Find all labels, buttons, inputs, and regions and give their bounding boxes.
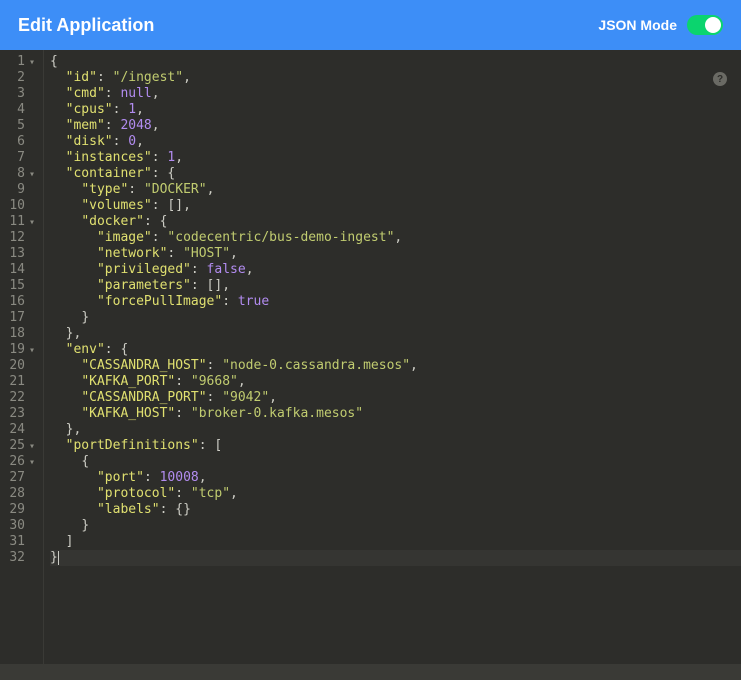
gutter-line: 24 (0, 422, 35, 438)
code-line[interactable]: "KAFKA_PORT": "9668", (50, 374, 741, 390)
code-line[interactable]: }, (50, 422, 741, 438)
gutter-line: 22 (0, 390, 35, 406)
gutter-line: 15 (0, 278, 35, 294)
gutter-line: 26▾ (0, 454, 35, 470)
gutter-line: 27 (0, 470, 35, 486)
gutter-line: 8▾ (0, 166, 35, 182)
gutter-line: 32 (0, 550, 35, 566)
gutter-line: 31 (0, 534, 35, 550)
gutter-line: 18 (0, 326, 35, 342)
code-line[interactable]: "cmd": null, (50, 86, 741, 102)
code-line[interactable]: } (50, 550, 741, 566)
gutter-line: 21 (0, 374, 35, 390)
gutter-line: 5 (0, 118, 35, 134)
code-line[interactable]: "privileged": false, (50, 262, 741, 278)
gutter-line: 30 (0, 518, 35, 534)
code-line[interactable]: "env": { (50, 342, 741, 358)
gutter-line: 14 (0, 262, 35, 278)
gutter-line: 20 (0, 358, 35, 374)
gutter-line: 6 (0, 134, 35, 150)
code-line[interactable]: "KAFKA_HOST": "broker-0.kafka.mesos" (50, 406, 741, 422)
code-line[interactable]: "instances": 1, (50, 150, 741, 166)
code-line[interactable]: "protocol": "tcp", (50, 486, 741, 502)
code-line[interactable]: "image": "codecentric/bus-demo-ingest", (50, 230, 741, 246)
code-line[interactable]: } (50, 518, 741, 534)
gutter-line: 7 (0, 150, 35, 166)
gutter-line: 13 (0, 246, 35, 262)
fold-marker-icon[interactable]: ▾ (27, 455, 35, 471)
fold-marker-icon[interactable]: ▾ (27, 215, 35, 231)
code-line[interactable]: "type": "DOCKER", (50, 182, 741, 198)
dialog-header: Edit Application JSON Mode (0, 0, 741, 50)
fold-marker-icon[interactable]: ▾ (27, 439, 35, 455)
code-line[interactable]: { (50, 54, 741, 70)
gutter-line: 4 (0, 102, 35, 118)
gutter-line: 10 (0, 198, 35, 214)
gutter-line: 17 (0, 310, 35, 326)
code-line[interactable]: "mem": 2048, (50, 118, 741, 134)
gutter-line: 1▾ (0, 54, 35, 70)
gutter-line: 2 (0, 70, 35, 86)
code-line[interactable]: "cpus": 1, (50, 102, 741, 118)
gutter-line: 28 (0, 486, 35, 502)
text-cursor (58, 551, 59, 565)
code-line[interactable]: } (50, 310, 741, 326)
fold-marker-icon[interactable]: ▾ (27, 343, 35, 359)
code-line[interactable]: }, (50, 326, 741, 342)
gutter-line: 25▾ (0, 438, 35, 454)
code-line[interactable]: { (50, 454, 741, 470)
code-line[interactable]: "disk": 0, (50, 134, 741, 150)
fold-marker-icon[interactable]: ▾ (27, 167, 35, 183)
code-line[interactable]: "portDefinitions": [ (50, 438, 741, 454)
code-line[interactable]: "volumes": [], (50, 198, 741, 214)
code-line[interactable]: "port": 10008, (50, 470, 741, 486)
code-line[interactable]: "parameters": [], (50, 278, 741, 294)
code-line[interactable]: "container": { (50, 166, 741, 182)
header-controls: JSON Mode (598, 15, 723, 35)
json-mode-label: JSON Mode (598, 17, 677, 33)
code-line[interactable]: "CASSANDRA_PORT": "9042", (50, 390, 741, 406)
code-content[interactable]: { "id": "/ingest", "cmd": null, "cpus": … (44, 50, 741, 664)
gutter-line: 11▾ (0, 214, 35, 230)
gutter-line: 19▾ (0, 342, 35, 358)
gutter-line: 23 (0, 406, 35, 422)
gutter-line: 3 (0, 86, 35, 102)
fold-marker-icon[interactable]: ▾ (27, 55, 35, 71)
toggle-knob (705, 17, 721, 33)
dialog-title: Edit Application (18, 15, 154, 36)
json-mode-toggle[interactable] (687, 15, 723, 35)
code-line[interactable]: "forcePullImage": true (50, 294, 741, 310)
gutter-line: 9 (0, 182, 35, 198)
editor-footer (0, 664, 741, 680)
code-line[interactable]: "CASSANDRA_HOST": "node-0.cassandra.meso… (50, 358, 741, 374)
gutter-line: 12 (0, 230, 35, 246)
gutter-line: 16 (0, 294, 35, 310)
code-line[interactable]: "labels": {} (50, 502, 741, 518)
gutter-line: 29 (0, 502, 35, 518)
code-editor[interactable]: ? 1▾2345678▾91011▾1213141516171819▾20212… (0, 50, 741, 664)
code-line[interactable]: "docker": { (50, 214, 741, 230)
line-gutter: 1▾2345678▾91011▾1213141516171819▾2021222… (0, 50, 44, 664)
code-line[interactable]: ] (50, 534, 741, 550)
code-line[interactable]: "id": "/ingest", (50, 70, 741, 86)
code-line[interactable]: "network": "HOST", (50, 246, 741, 262)
